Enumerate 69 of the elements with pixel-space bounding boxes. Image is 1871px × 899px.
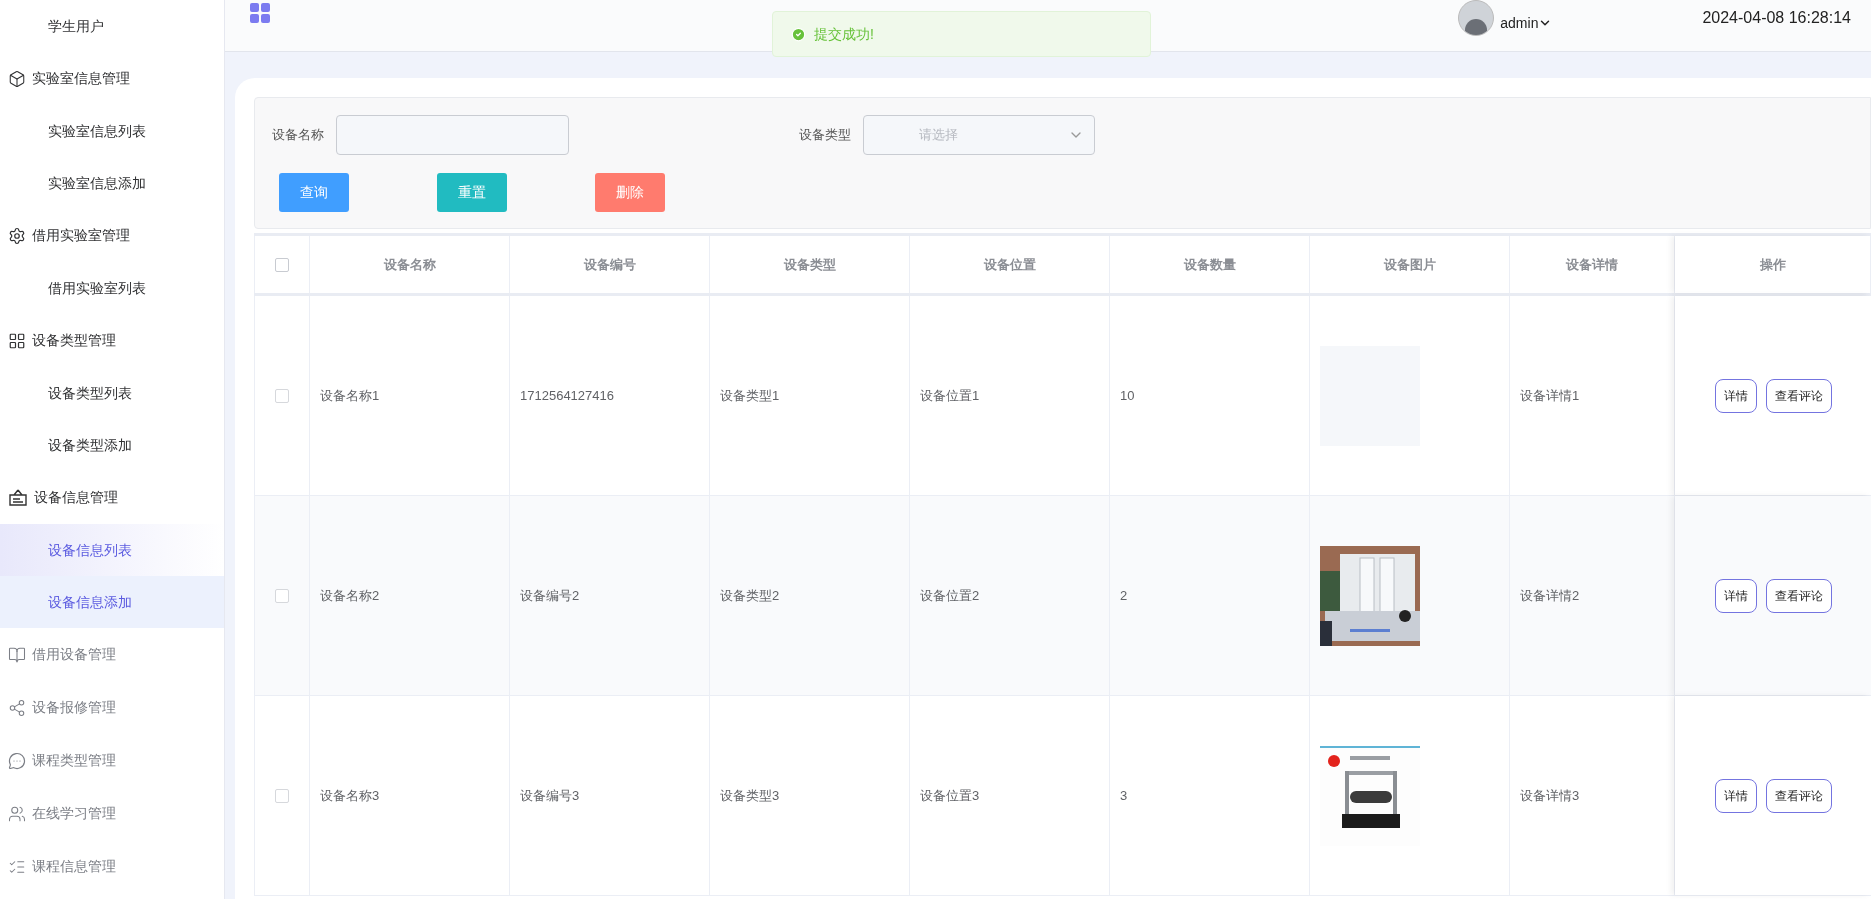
menu-group[interactable]: 设备类型管理 bbox=[0, 314, 224, 367]
column-header: 设备数量 bbox=[1110, 236, 1310, 293]
datetime: 2024-04-08 16:28:14 bbox=[1702, 8, 1851, 28]
grid-icon[interactable] bbox=[248, 1, 272, 25]
table-cell-text: 设备类型1 bbox=[720, 386, 780, 405]
toast: 提交成功! bbox=[772, 11, 1151, 57]
table-cell-text: 设备名称1 bbox=[320, 386, 380, 405]
menu-item[interactable]: 设备信息添加 bbox=[0, 576, 224, 628]
table-cell-text: 设备位置3 bbox=[920, 786, 980, 805]
table-cell-text: 设备名称3 bbox=[320, 786, 380, 805]
checkbox[interactable] bbox=[275, 388, 289, 403]
menu-item[interactable]: 设备类型添加 bbox=[0, 419, 224, 471]
filter-label: 设备类型 bbox=[799, 126, 851, 145]
menu-group[interactable]: 设备信息管理 bbox=[0, 471, 224, 524]
table-cell-text: 设备名称2 bbox=[320, 586, 380, 605]
checkbox[interactable] bbox=[275, 788, 289, 803]
input-field[interactable] bbox=[336, 115, 569, 155]
table-cell-text: 设备位置1 bbox=[920, 386, 980, 405]
table-cell-text: 设备类型3 bbox=[720, 786, 780, 805]
book-icon bbox=[8, 645, 26, 664]
table-cell-text: 设备详情3 bbox=[1520, 786, 1580, 805]
menu-item[interactable]: 学生用户 bbox=[0, 0, 224, 52]
row-action-button[interactable]: 查看评论 bbox=[1765, 378, 1832, 413]
table-cell-text: 1712564127416 bbox=[520, 386, 614, 405]
column-header: 设备名称 bbox=[310, 236, 510, 293]
column-header: 设备图片 bbox=[1310, 236, 1510, 293]
signboard-icon bbox=[8, 487, 28, 508]
checkbox[interactable] bbox=[275, 588, 289, 603]
menu-group[interactable]: 在线学习管理 bbox=[0, 787, 224, 840]
column-header: 设备位置 bbox=[910, 236, 1110, 293]
menu-group[interactable]: 课程类型管理 bbox=[0, 734, 224, 787]
column-header: 设备类型 bbox=[710, 236, 910, 293]
menu-group[interactable]: 设备报修管理 bbox=[0, 681, 224, 734]
share-icon bbox=[8, 698, 26, 717]
row-action-button[interactable]: 查看评论 bbox=[1765, 578, 1832, 613]
menu-group[interactable]: 借用实验室管理 bbox=[0, 209, 224, 262]
column-header: 设备编号 bbox=[510, 236, 710, 293]
menu-group[interactable]: 实验室信息管理 bbox=[0, 52, 224, 105]
table-cell-text: 设备详情2 bbox=[1520, 586, 1580, 605]
checkbox[interactable] bbox=[275, 257, 289, 272]
success-icon bbox=[791, 26, 806, 42]
column-header: 操作 bbox=[1675, 236, 1871, 293]
menu-group[interactable]: 课程信息管理 bbox=[0, 840, 224, 893]
avatar[interactable] bbox=[1458, 0, 1495, 36]
row-action-button[interactable]: 详情 bbox=[1714, 578, 1757, 613]
table-cell-text: 设备位置2 bbox=[920, 586, 980, 605]
menu-group[interactable]: 借用设备管理 bbox=[0, 628, 224, 681]
table-cell-text: 3 bbox=[1120, 786, 1128, 805]
table-cell-text: 设备详情1 bbox=[1520, 386, 1580, 405]
settings-icon bbox=[8, 226, 26, 245]
menu-item[interactable]: 借用实验室列表 bbox=[0, 262, 224, 314]
table-cell-text: 10 bbox=[1120, 386, 1135, 405]
row-action-button[interactable]: 详情 bbox=[1714, 778, 1757, 813]
row-action-button[interactable]: 查看评论 bbox=[1765, 778, 1832, 813]
filter-label: 设备名称 bbox=[272, 126, 324, 145]
menu-item[interactable]: 实验室信息列表 bbox=[0, 105, 224, 157]
table-cell-text: 设备编号3 bbox=[520, 786, 580, 805]
grid-icon bbox=[8, 331, 26, 350]
table-cell-text: 设备类型2 bbox=[720, 586, 780, 605]
table-cell-text: 设备编号2 bbox=[520, 586, 580, 605]
menu-item[interactable]: 实验室信息添加 bbox=[0, 157, 224, 209]
chat-icon bbox=[8, 751, 26, 770]
table-cell-text: 2 bbox=[1120, 586, 1128, 605]
users-icon bbox=[8, 804, 26, 823]
cube-icon bbox=[8, 69, 26, 88]
menu-item[interactable]: 设备类型列表 bbox=[0, 367, 224, 419]
user-menu[interactable]: admin bbox=[1500, 12, 1553, 34]
column-header: 设备详情 bbox=[1510, 236, 1675, 293]
row-action-button[interactable]: 详情 bbox=[1714, 378, 1757, 413]
